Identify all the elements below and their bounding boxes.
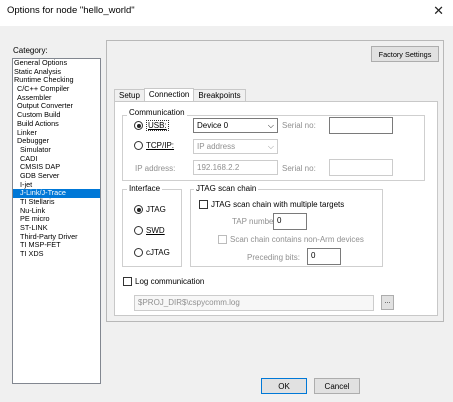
cjtag-radio-dot (134, 248, 143, 257)
tcpip-serial-label: Serial no: (282, 164, 316, 173)
log-communication-checkbox-box (123, 277, 132, 286)
tab-breakpoints[interactable]: Breakpoints (193, 89, 246, 101)
swd-radio-label: SWD (146, 226, 165, 235)
log-path-input[interactable]: $PROJ_DIR$\cspycomm.log (134, 295, 374, 311)
tab-connection[interactable]: Connection (143, 88, 195, 101)
swd-radio-dot (134, 226, 143, 235)
log-communication-label: Log communication (135, 277, 205, 286)
category-label: Category: (13, 46, 48, 55)
tcpip-radio-label: TCP/IP: (146, 141, 175, 150)
usb-serial-input[interactable] (329, 117, 393, 134)
factory-settings-button[interactable]: Factory Settings (371, 46, 439, 62)
category-item[interactable]: TI XDS (13, 249, 100, 259)
multi-target-checkbox[interactable]: JTAG scan chain with multiple targets (199, 200, 344, 209)
non-arm-label: Scan chain contains non-Arm devices (230, 235, 364, 244)
interface-legend: Interface (127, 184, 163, 193)
non-arm-checkbox[interactable]: Scan chain contains non-Arm devices (218, 235, 364, 244)
usb-radio-dot (134, 121, 143, 130)
connection-tab-page: Communication USB: Device 0 ⌵ Serial no:… (114, 101, 438, 316)
cjtag-radio-label: cJTAG (146, 248, 170, 257)
jtag-radio-label: JTAG (146, 205, 166, 214)
chevron-down-icon: ⌵ (267, 142, 274, 151)
chevron-down-icon: ⌵ (267, 121, 274, 130)
jtag-radio-dot (134, 205, 143, 214)
usb-device-value: Device 0 (197, 121, 229, 130)
jtag-radio[interactable]: JTAG (134, 205, 166, 214)
preceding-bits-label: Preceding bits: (247, 253, 300, 262)
tap-number-input[interactable]: 0 (273, 213, 307, 230)
communication-legend: Communication (127, 108, 187, 117)
tcpip-mode-value: IP address (197, 142, 236, 151)
tab-bar: Setup Connection Breakpoints (114, 88, 246, 101)
tcpip-radio[interactable]: TCP/IP: (134, 141, 174, 150)
cancel-button[interactable]: Cancel (314, 378, 360, 394)
ip-address-label: IP address: (135, 164, 176, 173)
title-bar: Options for node "hello_world" ✕ (0, 0, 453, 26)
cjtag-radio[interactable]: cJTAG (134, 248, 170, 257)
usb-radio-label: USB: (148, 121, 167, 130)
log-browse-button[interactable]: ... (381, 295, 394, 310)
preceding-bits-input[interactable]: 0 (307, 248, 341, 265)
ip-address-input[interactable]: 192.168.2.2 (193, 160, 278, 175)
usb-radio[interactable]: USB: (134, 120, 169, 131)
tcpip-serial-input[interactable] (329, 159, 393, 176)
non-arm-checkbox-box (218, 235, 227, 244)
tcpip-radio-dot (134, 141, 143, 150)
category-list[interactable]: General Options Static Analysis Runtime Ch… (12, 58, 101, 384)
jtag-scan-chain-legend: JTAG scan chain (194, 184, 259, 193)
multi-target-checkbox-box (199, 200, 208, 209)
tcpip-mode-select[interactable]: IP address ⌵ (193, 139, 278, 154)
swd-radio[interactable]: SWD (134, 226, 165, 235)
log-communication-checkbox[interactable]: Log communication (123, 277, 204, 286)
multi-target-label: JTAG scan chain with multiple targets (211, 200, 345, 209)
window-title: Options for node "hello_world" (7, 5, 135, 16)
tap-number-label: TAP number: (232, 217, 279, 226)
usb-device-select[interactable]: Device 0 ⌵ (193, 118, 278, 133)
tab-setup[interactable]: Setup (114, 89, 145, 101)
ok-button[interactable]: OK (261, 378, 307, 394)
usb-serial-label: Serial no: (282, 121, 316, 130)
close-icon[interactable]: ✕ (433, 3, 444, 19)
